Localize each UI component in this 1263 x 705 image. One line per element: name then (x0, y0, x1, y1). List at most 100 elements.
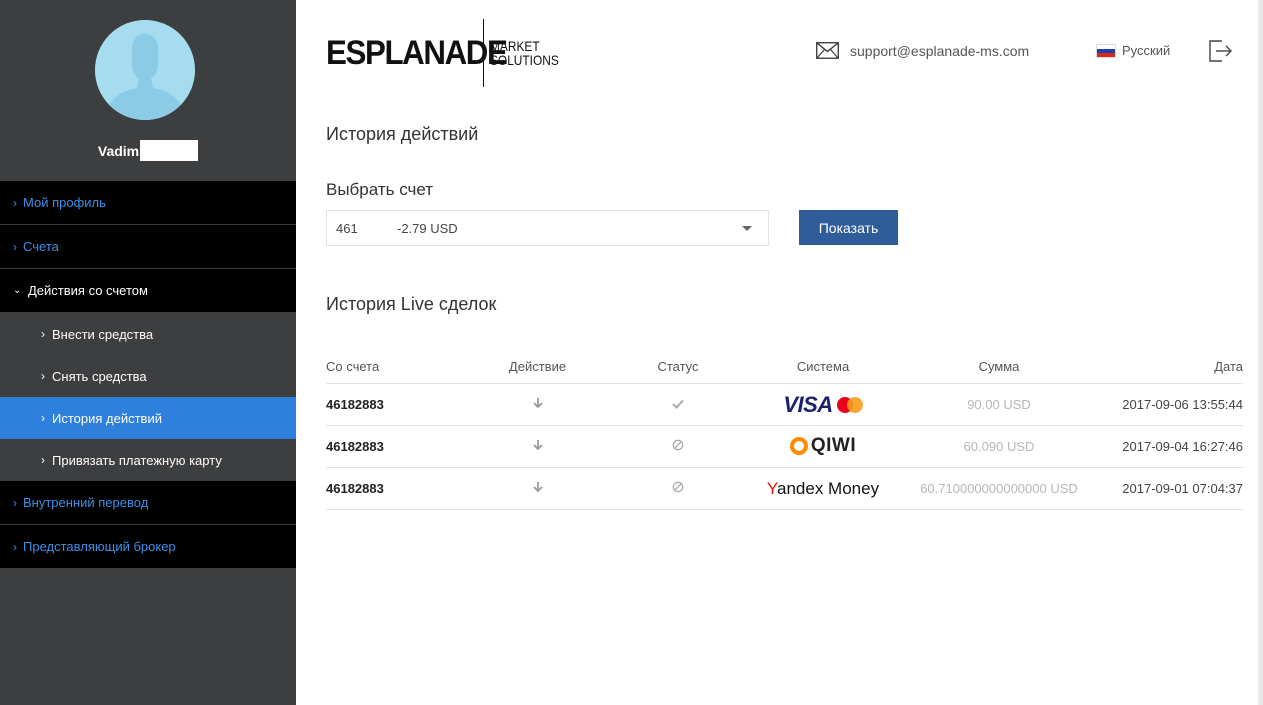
chevron-right-icon: › (13, 239, 17, 254)
logo-main-text: ESPLANADE (326, 33, 508, 72)
column-header-system[interactable]: Система (757, 359, 889, 374)
chevron-right-icon: › (13, 495, 17, 510)
account-select-label: Выбрать счет (326, 180, 434, 199)
table-row: 46182883 Yandex Money 60.710000000000000… (326, 468, 1243, 510)
row-action (476, 397, 599, 412)
page-title: История действий (326, 124, 479, 144)
sidebar-item-label: Мой профиль (23, 195, 106, 210)
chevron-right-icon: › (41, 453, 45, 467)
chevron-right-icon: › (41, 369, 45, 383)
history-table: Со счета Действие Статус Система Сумма Д… (326, 350, 1243, 510)
row-action (476, 481, 599, 496)
table-header: Со счета Действие Статус Система Сумма Д… (326, 350, 1243, 384)
show-button[interactable]: Показать (799, 210, 898, 245)
section-title: История Live сделок (326, 294, 497, 314)
row-account: 46182883 (326, 397, 384, 412)
sidebar-item-label: Внутренний перевод (23, 495, 149, 510)
row-system: QIWI (757, 435, 889, 458)
row-date: 2017-09-04 16:27:46 (1122, 439, 1243, 454)
sidebar-item-label: Внести средства (52, 326, 154, 342)
row-amount: 60.090 USD (963, 439, 1035, 454)
sidebar-item-label: История действий (52, 410, 162, 426)
logout-button[interactable] (1208, 38, 1234, 69)
column-header-account[interactable]: Со счета (326, 359, 476, 374)
yandex-logo-y: Y (766, 478, 777, 498)
support-email[interactable]: support@esplanade-ms.com (850, 43, 1029, 59)
sidebar-subitem-deposit[interactable]: › Внести средства (0, 313, 296, 355)
sidebar-subitem-history[interactable]: › История действий (0, 397, 296, 439)
sidebar-item-introducing-broker[interactable]: › Представляющий брокер (0, 525, 296, 569)
checkmark-icon (672, 399, 684, 409)
sidebar-subitem-withdraw[interactable]: › Снять средства (0, 355, 296, 397)
sidebar-item-label: Представляющий брокер (23, 539, 176, 554)
scrollbar-track[interactable] (1258, 0, 1263, 705)
account-select[interactable]: 461 -2.79 USD (326, 210, 769, 246)
row-system: VISA (757, 392, 889, 418)
sidebar-subitem-link-card[interactable]: › Привязать платежную карту (0, 439, 296, 481)
cancelled-icon (672, 439, 684, 451)
account-number: 461 (336, 220, 358, 236)
column-header-date[interactable]: Дата (1109, 359, 1243, 374)
column-header-action[interactable]: Действие (476, 359, 599, 374)
chevron-right-icon: › (41, 327, 45, 341)
row-amount: 60.710000000000000 USD (920, 481, 1078, 496)
redacted-surname (140, 140, 199, 161)
mastercard-icon (836, 396, 863, 414)
row-date: 2017-09-06 13:55:44 (1122, 397, 1243, 412)
username-text: Vadim (97, 142, 140, 159)
qiwi-logo: QIWI (789, 435, 857, 457)
row-account: 46182883 (326, 439, 384, 454)
visa-mastercard-logo: VISA (783, 391, 863, 418)
logout-icon (1209, 40, 1232, 62)
row-status (599, 397, 757, 412)
username: Vadim (0, 140, 296, 161)
cancelled-icon (672, 481, 684, 493)
caret-down-icon (742, 226, 752, 231)
account-balance: -2.79 USD (397, 220, 458, 236)
sidebar-item-label: Привязать платежную карту (52, 452, 222, 468)
avatar[interactable] (95, 20, 195, 120)
row-date: 2017-09-01 07:04:37 (1122, 481, 1243, 496)
sidebar-item-accounts[interactable]: › Счета (0, 225, 296, 269)
chevron-down-icon: ⌄ (13, 285, 22, 296)
row-amount: 90.00 USD (967, 397, 1031, 412)
language-label: Русский (1122, 43, 1171, 58)
logo-sub-line-1: MARKET (490, 38, 540, 54)
sidebar: Vadim › Мой профиль › Счета ⌄ Действия с… (0, 0, 296, 705)
row-action (476, 439, 599, 454)
sidebar-item-internal-transfer[interactable]: › Внутренний перевод (0, 481, 296, 525)
envelope-icon (816, 42, 839, 59)
language-selector[interactable]: Русский (1096, 43, 1170, 58)
qiwi-q-icon (789, 437, 808, 455)
chevron-right-icon: › (13, 195, 17, 210)
arrow-down-icon (532, 398, 543, 409)
table-row: 46182883 QIWI 60.090 USD 2017-09-04 16:2… (326, 426, 1243, 468)
brand-logo[interactable]: ESPLANADE MARKET SOLUTIONS (326, 18, 571, 88)
sidebar-item-label: Действия со счетом (28, 283, 148, 298)
column-header-amount[interactable]: Сумма (889, 359, 1109, 374)
visa-logo-text: VISA (783, 391, 833, 417)
yandex-logo-text: andex (777, 478, 824, 498)
user-silhouette-icon (95, 20, 195, 120)
table-row: 46182883 VISA 90.00 USD 2017-09-06 13:55… (326, 384, 1243, 426)
support-contact[interactable]: support@esplanade-ms.com (816, 42, 1029, 59)
sidebar-item-label: Снять средства (52, 368, 147, 384)
russian-flag-icon (1096, 43, 1116, 58)
row-account: 46182883 (326, 481, 384, 496)
qiwi-logo-text: QIWI (810, 435, 857, 456)
arrow-down-icon (532, 440, 543, 451)
sidebar-item-profile[interactable]: › Мой профиль (0, 181, 296, 225)
sidebar-menu: › Мой профиль › Счета ⌄ Действия со счет… (0, 181, 296, 569)
yandex-logo-money: Money (823, 478, 880, 498)
chevron-right-icon: › (41, 411, 45, 425)
yandex-money-logo: Yandex Money (767, 479, 879, 498)
row-status (599, 481, 757, 496)
user-panel: Vadim (0, 0, 296, 181)
row-system: Yandex Money (757, 479, 889, 499)
arrow-down-icon (532, 482, 543, 493)
logo-sub-line-2: SOLUTIONS (490, 52, 559, 68)
logo-sub-text: MARKET SOLUTIONS (490, 39, 559, 67)
sidebar-item-account-actions[interactable]: ⌄ Действия со счетом (0, 269, 296, 313)
row-status (599, 439, 757, 454)
column-header-status[interactable]: Статус (599, 359, 757, 374)
